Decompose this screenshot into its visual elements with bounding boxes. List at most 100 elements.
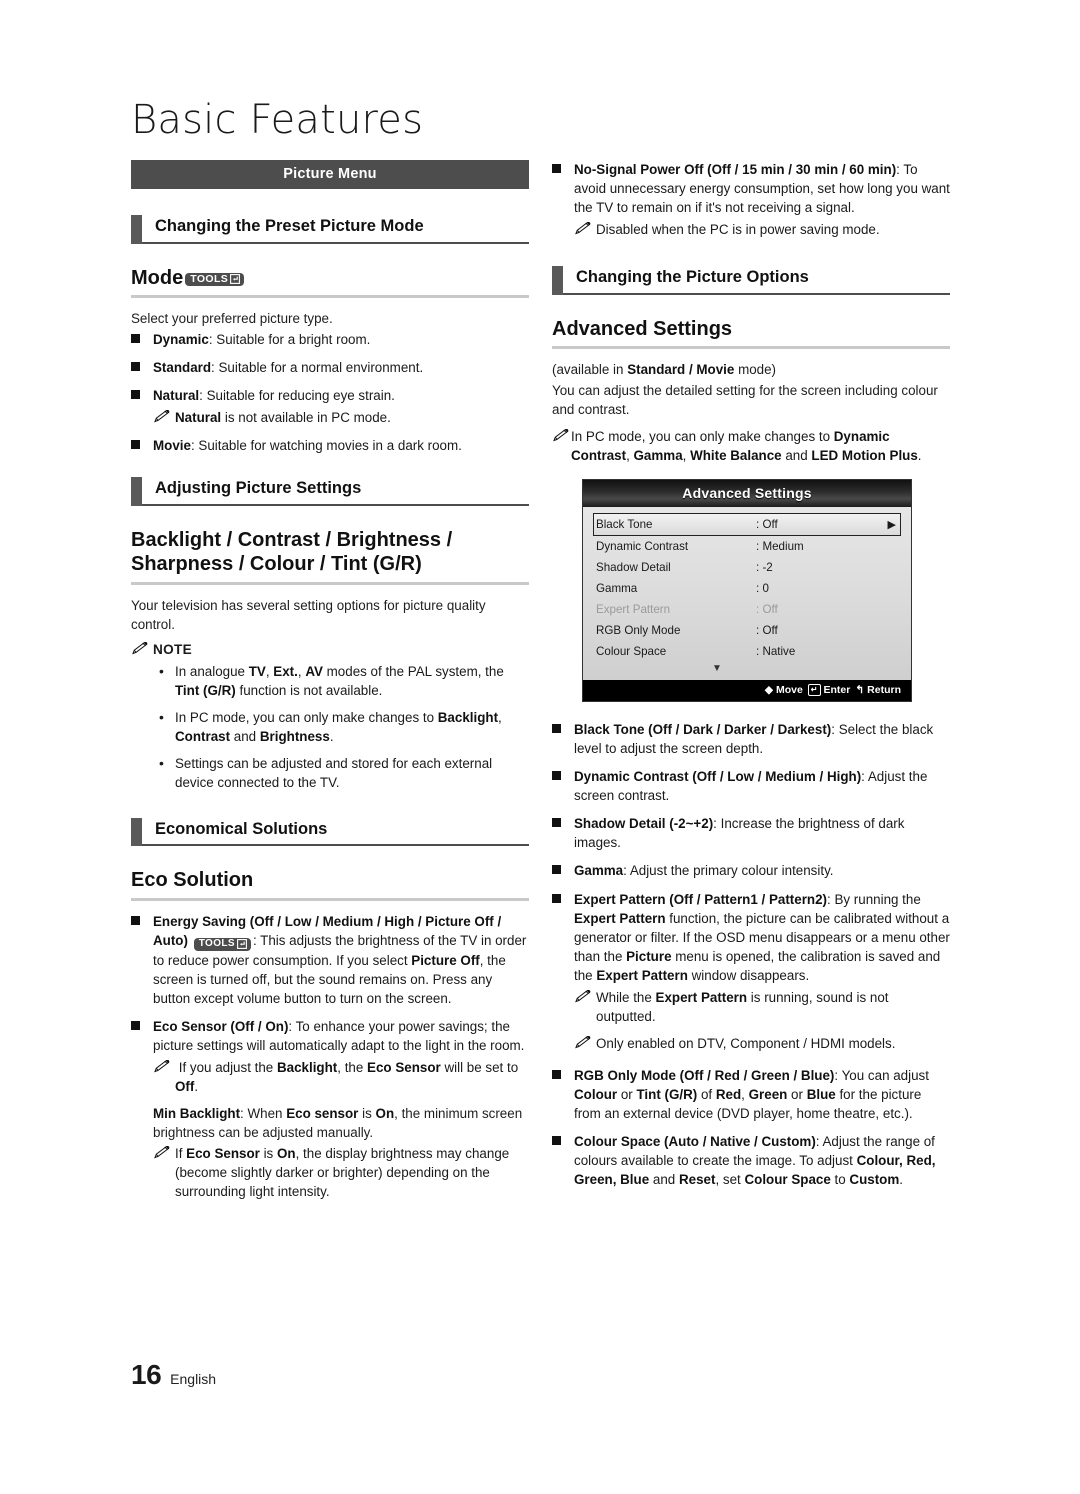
feature-heading-label: Mode — [131, 266, 184, 289]
term: Shadow Detail (-2~+2) — [574, 816, 714, 832]
dot-bullet-icon: • — [159, 754, 164, 771]
osd-footer-enter: ↵ Enter — [807, 684, 851, 697]
term: Min Backlight — [153, 1106, 241, 1122]
feature-heading-advanced-settings: Advanced Settings — [552, 317, 950, 350]
list-item-text: Colour Space (Auto / Native / Custom): A… — [574, 1133, 936, 1187]
osd-row-dynamic-contrast[interactable]: Dynamic Contrast : Medium — [593, 536, 901, 557]
desc: : Suitable for a bright room. — [208, 332, 371, 348]
list-item: Movie: Suitable for watching movies in a… — [131, 436, 529, 455]
section-tab-marker — [131, 477, 142, 506]
osd-footer-enter-label: Enter — [823, 684, 851, 697]
square-bullet-icon — [552, 890, 574, 985]
osd-row-value: : Medium — [756, 540, 804, 554]
section-tab-marker — [552, 266, 563, 295]
osd-row-value: : Off — [756, 603, 778, 617]
term: Gamma — [574, 863, 624, 879]
note-text: If you adjust the Backlight, the Eco Sen… — [175, 1060, 519, 1095]
note-text: If Eco Sensor is On, the display brightn… — [175, 1146, 510, 1200]
square-bullet-icon — [552, 720, 574, 758]
osd-row-label: Shadow Detail — [596, 561, 671, 575]
osd-row-expert-pattern: Expert Pattern : Off — [593, 599, 901, 620]
osd-row-value: : Off — [756, 518, 778, 532]
list-item-black-tone: Black Tone (Off / Dark / Darker / Darkes… — [552, 720, 950, 758]
list-item-text: Shadow Detail (-2~+2): Increase the brig… — [574, 814, 950, 852]
square-bullet-icon — [552, 1066, 574, 1123]
pencil-icon — [574, 988, 596, 1026]
list-item-shadow-detail: Shadow Detail (-2~+2): Increase the brig… — [552, 814, 950, 852]
note-text: In PC mode, you can only make changes to… — [571, 429, 922, 464]
list-item-text: Energy Saving (Off / Low / Medium / High… — [153, 913, 527, 1006]
osd-body: Black Tone : Off ▶ Dynamic Contrast : Me… — [583, 507, 911, 681]
list-item-expert-pattern: Expert Pattern (Off / Pattern1 / Pattern… — [552, 890, 950, 985]
note-text: Only enabled on DTV, Component / HDMI mo… — [596, 1035, 896, 1051]
feature-heading-line2: Sharpness / Colour / Tint (G/R) — [131, 553, 422, 576]
list-item-rgb-only-mode: RGB Only Mode (Off / Red / Green / Blue)… — [552, 1066, 950, 1123]
osd-row-label: Dynamic Contrast — [596, 540, 689, 554]
list-item-text: Expert Pattern (Off / Pattern1 / Pattern… — [574, 891, 950, 983]
list-item-text: Gamma: Adjust the primary colour intensi… — [574, 861, 950, 880]
osd-row-value: : Off — [756, 624, 778, 638]
term: Black Tone (Off / Dark / Darker / Darkes… — [574, 722, 832, 738]
list-item-text: Standard: Suitable for a normal environm… — [153, 358, 529, 377]
term: Dynamic — [153, 332, 209, 348]
scroll-down-icon[interactable]: ▼ — [593, 662, 841, 678]
return-arrow-icon — [237, 938, 247, 949]
list-item-text: No-Signal Power Off (Off / 15 min / 30 m… — [574, 160, 950, 217]
square-bullet-icon — [131, 330, 153, 349]
osd-row-rgb-only-mode[interactable]: RGB Only Mode : Off — [593, 620, 901, 641]
advanced-availability: (available in Standard / Movie mode) — [552, 362, 777, 378]
section-header-label: Adjusting Picture Settings — [142, 477, 529, 506]
list-item-text: Settings can be adjusted and stored for … — [175, 755, 493, 790]
square-bullet-icon — [131, 386, 153, 405]
section-tab-marker — [131, 817, 142, 847]
manual-page: Basic Features Picture Menu Changing the… — [0, 0, 1080, 1494]
desc: : Suitable for reducing eye strain. — [199, 388, 395, 404]
pencil-icon — [131, 641, 153, 658]
section-header-economical-solutions: Economical Solutions — [131, 817, 529, 847]
osd-advanced-settings-menu: Advanced Settings Black Tone : Off ▶ Dyn… — [582, 479, 912, 703]
page-language: English — [170, 1371, 217, 1387]
square-bullet-icon — [131, 358, 153, 377]
pencil-icon — [153, 408, 175, 428]
dot-bullet-icon: • — [159, 662, 164, 679]
min-backlight-paragraph: Min Backlight: When Eco sensor is On, th… — [153, 1106, 523, 1141]
osd-row-black-tone[interactable]: Black Tone : Off ▶ — [593, 513, 901, 537]
pencil-icon — [574, 220, 596, 240]
desc: : Adjust the primary colour intensity. — [623, 863, 834, 879]
term: Eco Sensor (Off / On) — [153, 1019, 289, 1034]
note-text: Natural is not available in PC mode. — [175, 410, 391, 426]
osd-row-gamma[interactable]: Gamma : 0 — [593, 578, 901, 599]
term: No-Signal Power Off (Off / 15 min / 30 m… — [574, 162, 897, 177]
osd-row-label: Gamma — [596, 582, 638, 596]
right-column: No-Signal Power Off (Off / 15 min / 30 m… — [552, 160, 950, 1198]
pencil-icon — [153, 1144, 175, 1201]
note-natural-pc-mode: Natural is not available in PC mode. — [153, 408, 529, 428]
note-header: NOTE — [131, 641, 529, 658]
square-bullet-icon — [131, 1017, 153, 1055]
note-text: Disabled when the PC is in power saving … — [596, 222, 880, 238]
pencil-icon — [574, 1034, 596, 1054]
square-bullet-icon — [552, 814, 574, 852]
note-header-label: NOTE — [153, 642, 192, 658]
note-eco-sensor-brightness: If Eco Sensor is On, the display brightn… — [153, 1144, 529, 1201]
note-eco-sensor-backlight: If you adjust the Backlight, the Eco Sen… — [153, 1058, 529, 1096]
osd-footer-return-label: Return — [867, 684, 901, 697]
desc: : Suitable for watching movies in a dark… — [190, 438, 462, 454]
list-item-text: Movie: Suitable for watching movies in a… — [153, 436, 529, 455]
feature-heading-line1: Backlight / Contrast / Brightness / — [131, 528, 453, 551]
osd-row-shadow-detail[interactable]: Shadow Detail : -2 — [593, 557, 901, 578]
chapter-banner: Picture Menu — [131, 160, 529, 189]
osd-footer-return: ↰ Return — [855, 684, 901, 696]
feature-heading-mode: Mode TOOLS — [131, 266, 529, 299]
tools-badge-label: TOOLS — [198, 937, 235, 949]
osd-row-colour-space[interactable]: Colour Space : Native — [593, 641, 901, 662]
section-header-label: Changing the Picture Options — [563, 266, 950, 295]
list-item: Dynamic: Suitable for a bright room. — [131, 330, 529, 349]
section-header-label: Changing the Preset Picture Mode — [142, 215, 529, 244]
list-item-text: Dynamic Contrast (Off / Low / Medium / H… — [574, 767, 950, 805]
list-item: • In analogue TV, Ext., AV modes of the … — [159, 662, 529, 700]
list-item: • Settings can be adjusted and stored fo… — [159, 754, 529, 792]
term: Natural — [153, 388, 200, 404]
square-bullet-icon — [552, 767, 574, 805]
osd-row-value: : Native — [756, 645, 796, 659]
